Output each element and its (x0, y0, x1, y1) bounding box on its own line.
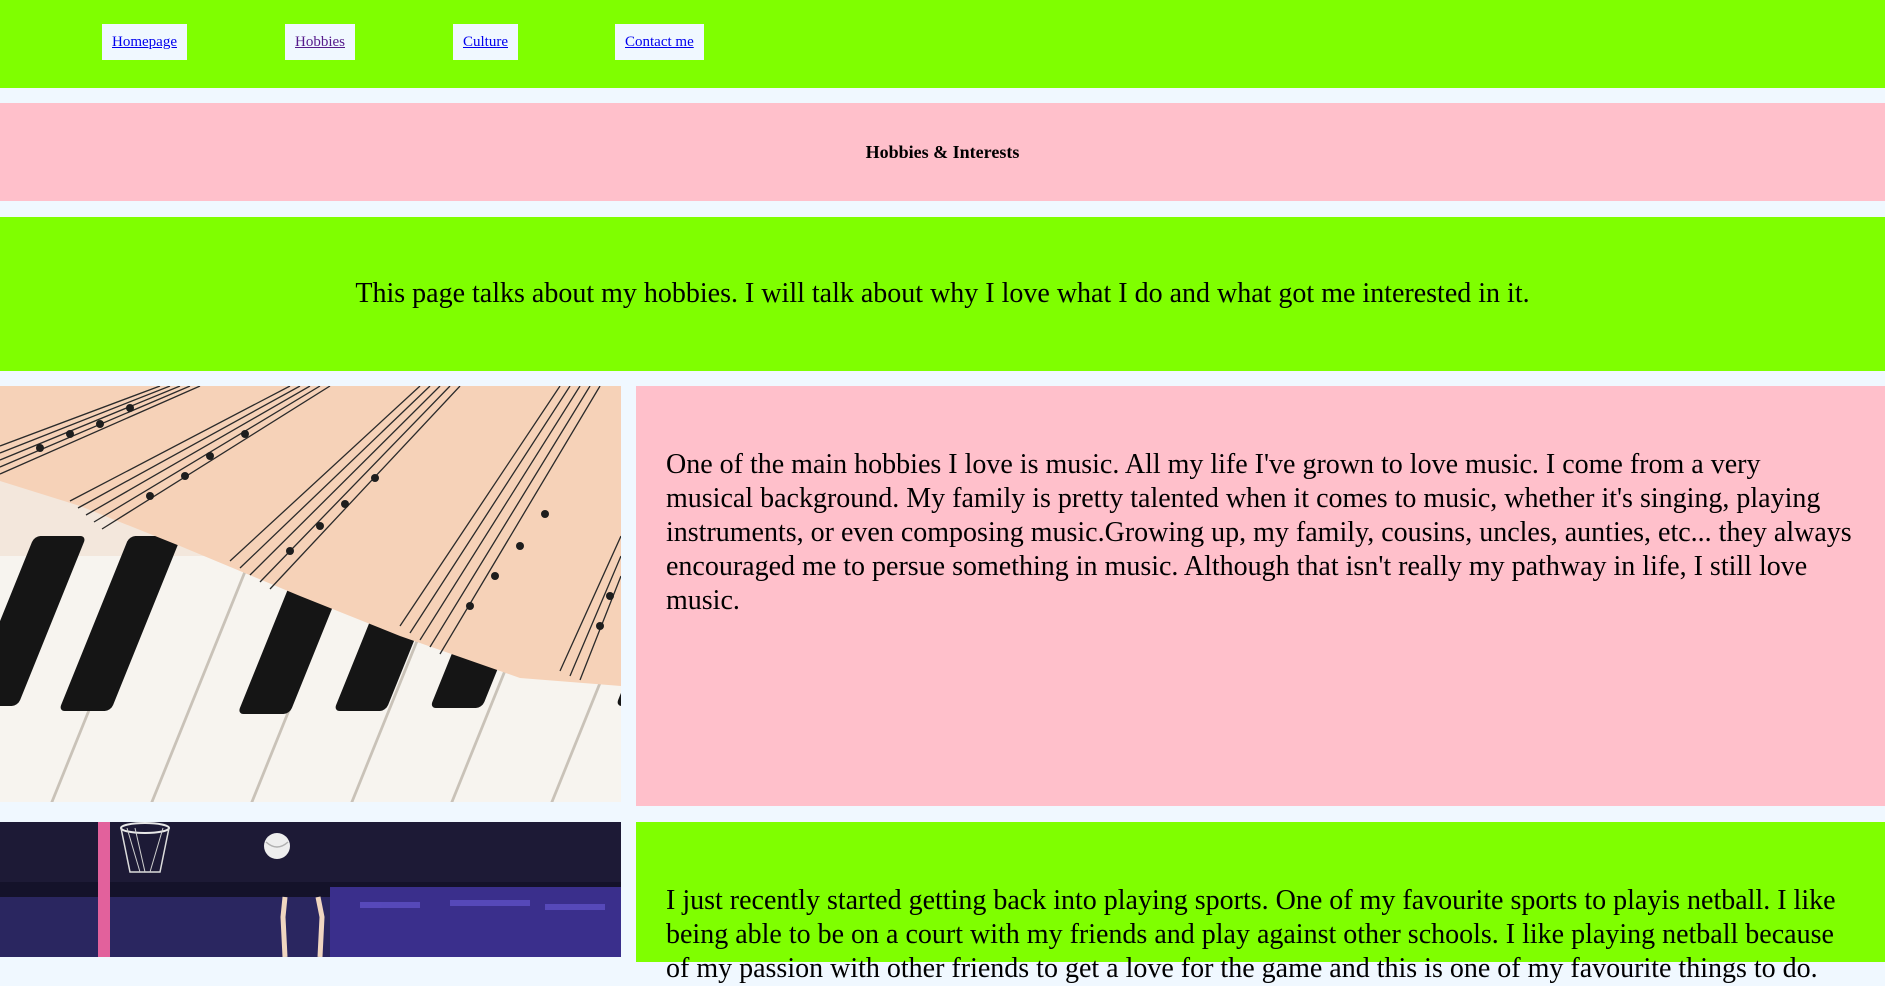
intro-text: This page talks about my hobbies. I will… (355, 278, 1530, 309)
piano-sheet-music-illustration (0, 386, 621, 802)
netball-section: I just recently started getting back int… (636, 822, 1885, 984)
nav-item-contact[interactable]: Contact me (615, 24, 704, 60)
nav-link-hobbies[interactable]: Hobbies (295, 34, 345, 50)
nav-item-hobbies[interactable]: Hobbies (285, 24, 355, 60)
nav-link-contact[interactable]: Contact me (625, 34, 694, 50)
music-paragraph: One of the main hobbies I love is music.… (666, 449, 1852, 616)
piano-sheet-music-photo (0, 386, 621, 802)
nav-bar: Homepage Hobbies Culture Contact me (0, 0, 1885, 88)
page-title: Hobbies & Interests (865, 141, 1020, 162)
nav-item-culture[interactable]: Culture (453, 24, 518, 60)
music-section: One of the main hobbies I love is music.… (636, 386, 1885, 806)
netball-paragraph: I just recently started getting back int… (666, 885, 1836, 984)
netball-game-illustration (0, 822, 621, 957)
netball-game-photo (0, 822, 621, 957)
nav-link-homepage[interactable]: Homepage (112, 34, 177, 50)
nav-link-culture[interactable]: Culture (463, 34, 508, 50)
page-title-banner: Hobbies & Interests (0, 103, 1885, 201)
nav-item-homepage[interactable]: Homepage (102, 24, 187, 60)
intro-banner: This page talks about my hobbies. I will… (0, 217, 1885, 371)
